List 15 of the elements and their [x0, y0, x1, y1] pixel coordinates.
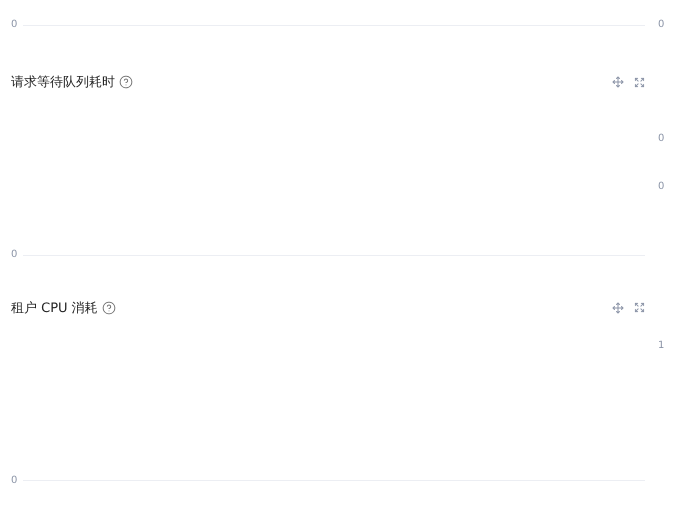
move-icon[interactable]	[612, 76, 624, 88]
axis-label: 0	[11, 249, 18, 262]
axis-label: 0	[11, 474, 18, 487]
expand-icon[interactable]	[634, 302, 645, 314]
axis-label: 0	[657, 133, 666, 145]
chart-title: 请求等待队列耗时	[11, 74, 115, 92]
move-icon[interactable]	[612, 302, 624, 314]
expand-icon[interactable]	[634, 76, 645, 88]
axis-label: 0	[657, 19, 666, 31]
axis-label: 1	[657, 340, 666, 352]
axis-label: 0	[11, 19, 18, 31]
help-icon[interactable]	[102, 300, 116, 315]
chart-title: 租户 CPU 消耗	[11, 300, 98, 317]
help-icon[interactable]	[119, 75, 133, 90]
axis-label: 0	[657, 181, 666, 193]
